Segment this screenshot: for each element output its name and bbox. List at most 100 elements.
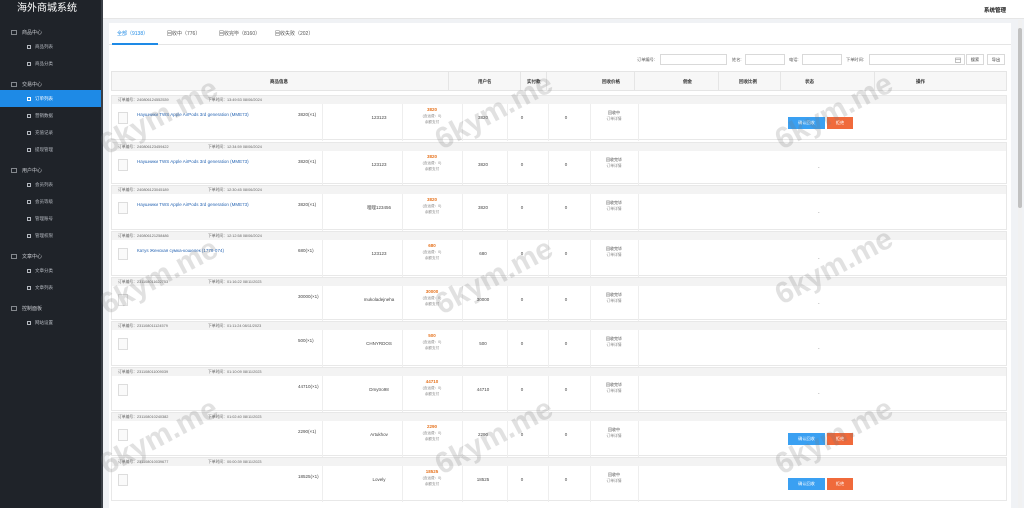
product-name-link[interactable]: Катуs Женская сумка-кошелек (1778-074)	[137, 248, 224, 253]
sidebar-item[interactable]: 商品分类	[0, 55, 103, 72]
sidebar-scrollbar[interactable]	[101, 0, 103, 508]
export-button[interactable]: 导出	[987, 54, 1005, 65]
order-body: 500(×1) CHNYRDOS 500 (含运费：0) 余额支付 500 0 0 回收完毕 订单…	[112, 330, 1006, 367]
reject-button[interactable]: 拒绝	[827, 116, 853, 129]
order-detail-link[interactable]: 订单详情	[590, 299, 638, 304]
th-commission: 佣金	[683, 79, 692, 84]
sidebar-item[interactable]: 提现管理	[0, 141, 103, 158]
cell-divider	[322, 104, 323, 141]
cell-divider	[638, 330, 639, 367]
amount-shipping: (含运费：0)	[422, 296, 442, 300]
filter-bar: 订单编号: 姓名: 电话: 下单时间: 搜索 导出	[109, 53, 1011, 67]
menu-group-icon	[11, 254, 17, 259]
order-detail-link[interactable]: 订单详情	[590, 389, 638, 394]
order-no-input[interactable]	[660, 54, 727, 65]
cell-divider	[322, 376, 323, 412]
main-scrollbar[interactable]	[1018, 20, 1022, 508]
product-thumbnail	[118, 294, 128, 306]
confirm-recycle-button[interactable]: 确认回收	[788, 433, 825, 445]
sidebar-item[interactable]: 网站设置	[0, 314, 103, 331]
sidebar-item[interactable]: 订单列表	[0, 90, 103, 107]
reject-button[interactable]: 拒绝	[827, 478, 853, 490]
tab-recycling[interactable]: 回收中（776）	[167, 30, 200, 37]
th-product: 商品信息	[270, 79, 288, 84]
reject-button[interactable]: 拒绝	[827, 433, 853, 445]
amount: 680	[428, 243, 436, 248]
menu-group-0[interactable]: 商品中心	[0, 27, 103, 38]
phone-input[interactable]	[802, 54, 842, 65]
cell-divider	[507, 466, 508, 502]
sidebar-item[interactable]: 营销数据	[0, 107, 103, 124]
no-action-dash: -	[818, 345, 820, 351]
order-detail-link[interactable]: 订单详情	[590, 164, 638, 169]
order-panel: 全部（9138） 回收中（776） 回收完毕（8160） 回收失败（202） 订…	[109, 23, 1011, 508]
menu-group-3[interactable]: 文章中心	[0, 251, 103, 262]
order-detail-link[interactable]: 订单详情	[590, 434, 638, 439]
sidebar-item[interactable]: 文章列表	[0, 279, 103, 296]
th-username: 用户名	[478, 79, 492, 84]
cell-divider	[462, 421, 463, 457]
amount: 18525	[425, 469, 439, 474]
order-number: 订单编号：231108011009039	[118, 370, 169, 374]
sidebar-item-label: 商品分类	[35, 60, 53, 66]
order-number: 订单编号：240806123459422	[118, 145, 169, 149]
amount-shipping: (含运费：0)	[422, 476, 442, 480]
sidebar-item-label: 营销数据	[35, 112, 53, 118]
order-detail-link[interactable]: 订单详情	[590, 253, 638, 258]
order-detail-link[interactable]: 订单详情	[590, 117, 638, 122]
sidebar-item[interactable]: 会员列表	[0, 176, 103, 193]
product-thumbnail	[118, 202, 128, 214]
order-detail-link[interactable]: 订单详情	[590, 479, 638, 484]
menu-group-2[interactable]: 用户中心	[0, 165, 103, 176]
order-header: 订单编号：231108011622753 下单时间：01:16:22 08/11/…	[112, 278, 1006, 286]
sidebar-item-label: 网站设置	[35, 319, 53, 325]
scroll-thumb[interactable]	[1018, 28, 1022, 208]
search-button[interactable]: 搜索	[966, 54, 984, 65]
tab-recycled[interactable]: 回收完毕（8160）	[219, 30, 260, 37]
table-header: 商品信息 用户名 实付款 回收价格 佣金 回收比例 状态 操作	[111, 71, 1007, 91]
tab-all[interactable]: 全部（9138）	[117, 30, 148, 37]
name-input[interactable]	[745, 54, 785, 65]
th-divider	[634, 72, 635, 91]
topbar: 系统管理	[103, 0, 1024, 19]
order-detail-link[interactable]: 订单详情	[590, 207, 638, 212]
order-body: Наушники TWS Apple AirPods 3rd generatio…	[112, 194, 1006, 231]
menu-group-1[interactable]: 交易中心	[0, 79, 103, 90]
product-name-link[interactable]: Наушники TWS Apple AirPods 3rd generatio…	[137, 112, 249, 117]
time-range-input[interactable]	[869, 54, 965, 65]
menu-group-icon	[11, 30, 17, 35]
th-divider	[874, 72, 875, 91]
amount-shipping: (含运费：0)	[422, 431, 442, 435]
sidebar-item-label: 管理权限	[35, 232, 53, 238]
sidebar-item[interactable]: 管理权限	[0, 227, 103, 244]
confirm-recycle-button[interactable]: 确认回收	[788, 116, 825, 129]
cell-divider	[507, 151, 508, 185]
confirm-recycle-button[interactable]: 确认回收	[788, 478, 825, 490]
sidebar-item[interactable]: 商品列表	[0, 38, 103, 55]
product-name-link[interactable]: Наушники TWS Apple AirPods 3rd generatio…	[137, 202, 249, 207]
order-body: 18525(×1) Lovely 18525 (含运费：0) 余额支付 18525 0 0 回收…	[112, 466, 1006, 502]
cell-divider	[638, 286, 639, 321]
th-paid: 实付款	[527, 79, 541, 84]
amount-payment: 余额支付	[424, 256, 440, 260]
sidebar-item[interactable]: 管理账号	[0, 210, 103, 227]
cell-divider	[638, 104, 639, 141]
cell-divider	[638, 151, 639, 185]
order-time: 下单时间：01:10:09 08/11/2023	[208, 370, 262, 374]
product-name-link[interactable]: Наушники TWS Apple AirPods 3rd generatio…	[137, 159, 249, 164]
cell-divider	[638, 240, 639, 277]
amount: 44710	[425, 379, 439, 384]
sidebar-item[interactable]: 充值记录	[0, 124, 103, 141]
th-divider	[546, 72, 547, 91]
cell-divider	[507, 104, 508, 141]
sidebar-item[interactable]: 会员等级	[0, 193, 103, 210]
tab-failed[interactable]: 回收失败（202）	[275, 30, 313, 37]
amount-payment: 余额支付	[424, 482, 440, 486]
product-qty-price: 500(×1)	[298, 338, 314, 343]
menu-group-4[interactable]: 控制面板	[0, 303, 103, 314]
order-detail-link[interactable]: 订单详情	[590, 343, 638, 348]
cell-divider	[638, 376, 639, 412]
cell-divider	[322, 330, 323, 367]
sidebar-item[interactable]: 文章分类	[0, 262, 103, 279]
sys-admin-link[interactable]: 系统管理	[984, 6, 1006, 14]
